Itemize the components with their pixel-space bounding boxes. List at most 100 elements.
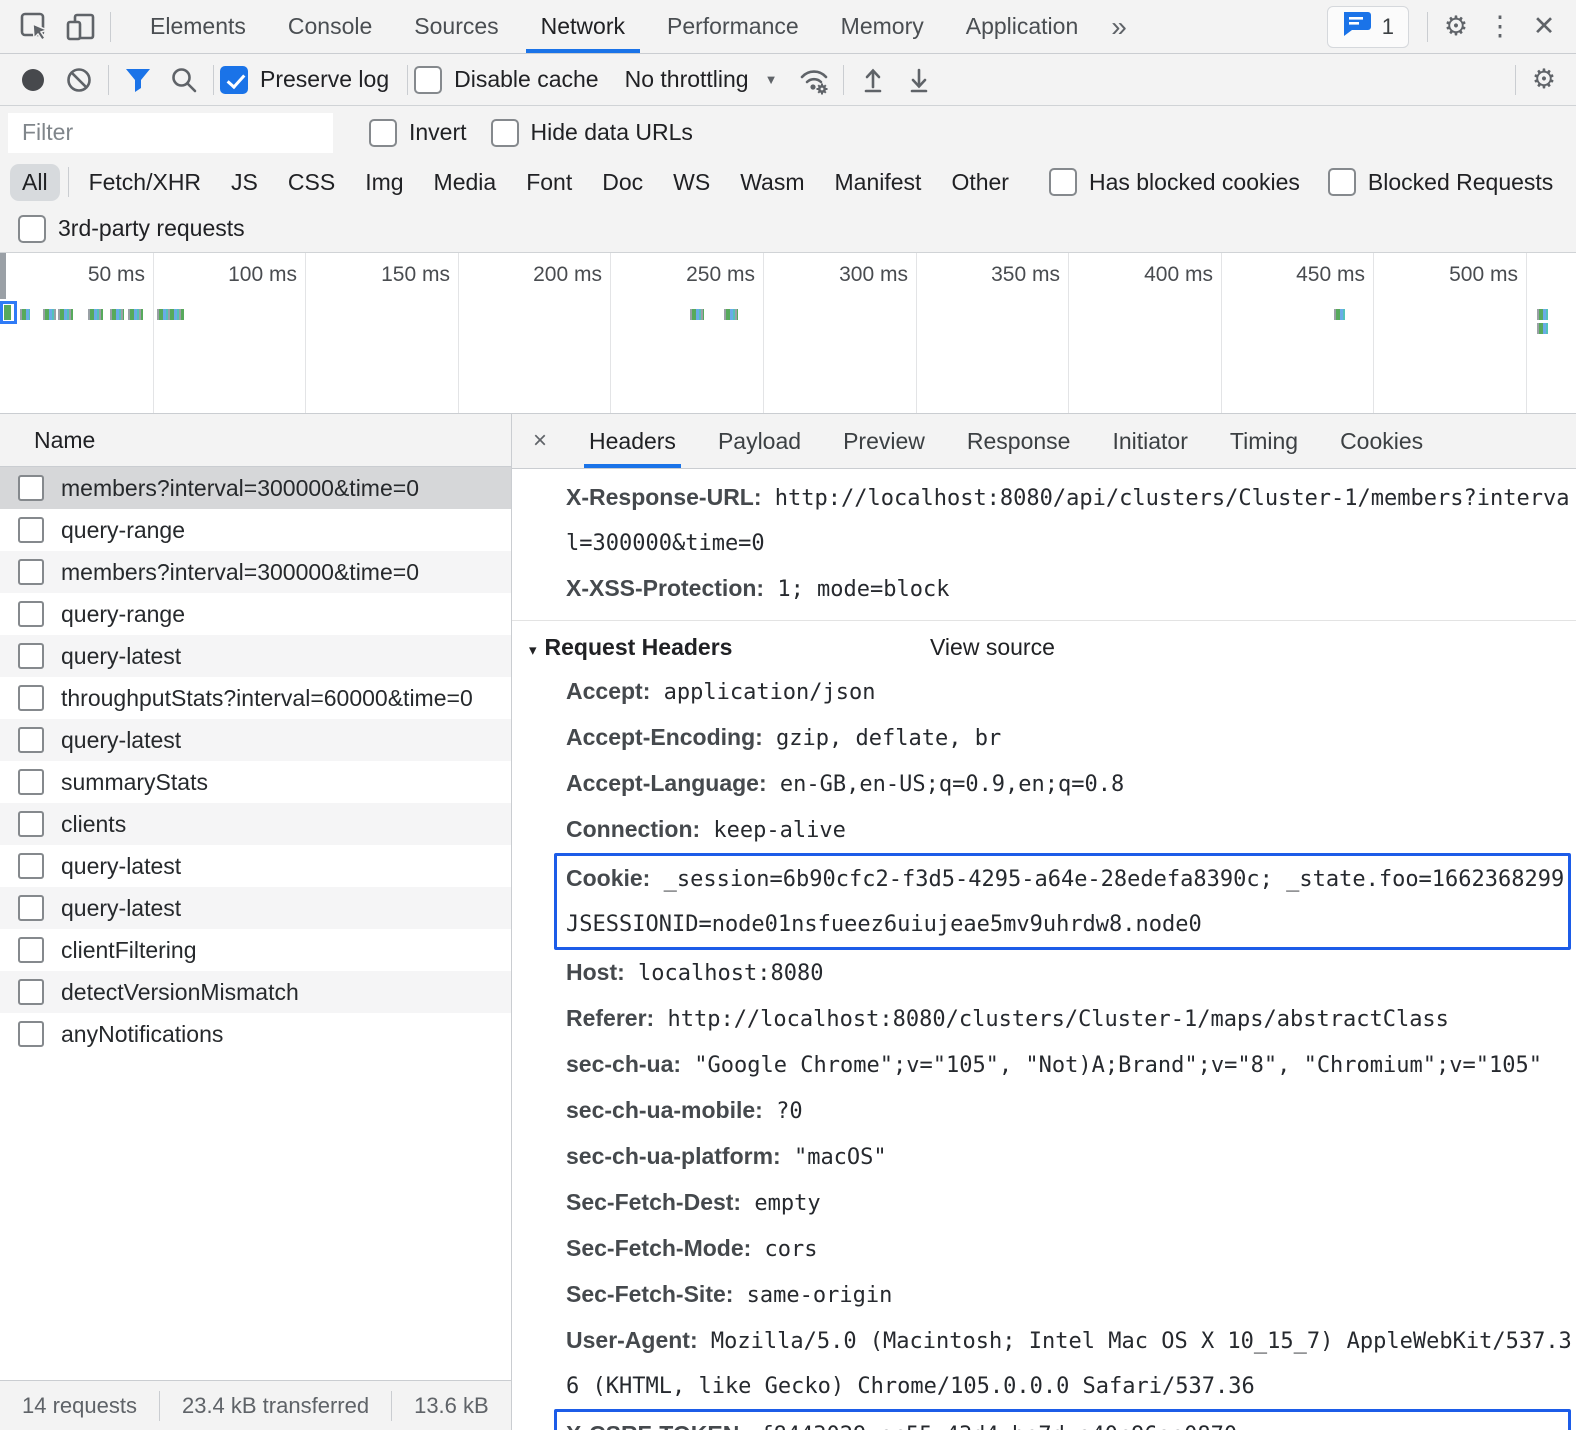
request-checkbox[interactable]: [18, 643, 44, 669]
type-filter-fetch-xhr[interactable]: Fetch/XHR: [77, 164, 213, 201]
has-blocked-cookies-label[interactable]: Has blocked cookies: [1089, 169, 1300, 196]
requests-list: members?interval=300000&time=0query-rang…: [0, 467, 511, 1380]
third-party-label[interactable]: 3rd-party requests: [58, 215, 245, 242]
request-checkbox[interactable]: [18, 685, 44, 711]
type-filter-all[interactable]: All: [10, 164, 60, 201]
filter-icon[interactable]: [115, 54, 161, 105]
preserve-log-checkbox[interactable]: [220, 66, 248, 94]
request-checkbox[interactable]: [18, 517, 44, 543]
details-close-icon[interactable]: ×: [512, 414, 568, 468]
export-har-icon[interactable]: [896, 54, 942, 105]
tab-cookies[interactable]: Cookies: [1319, 414, 1444, 468]
network-settings-icon[interactable]: ⚙: [1522, 58, 1566, 102]
table-row[interactable]: throughputStats?interval=60000&time=0: [0, 677, 511, 719]
type-filter-ws[interactable]: WS: [661, 164, 722, 201]
type-filter-js[interactable]: JS: [219, 164, 270, 201]
invert-label[interactable]: Invert: [409, 119, 467, 146]
tab-elements[interactable]: Elements: [129, 0, 267, 53]
search-icon[interactable]: [161, 54, 207, 105]
type-filter-img[interactable]: Img: [353, 164, 415, 201]
network-conditions-icon[interactable]: [791, 54, 837, 105]
table-row[interactable]: clientFiltering: [0, 929, 511, 971]
type-filter-wasm[interactable]: Wasm: [728, 164, 816, 201]
request-checkbox[interactable]: [18, 601, 44, 627]
record-icon[interactable]: [10, 54, 56, 105]
type-filter-font[interactable]: Font: [514, 164, 584, 201]
tab-initiator[interactable]: Initiator: [1091, 414, 1208, 468]
tab-console[interactable]: Console: [267, 0, 393, 53]
disclosure-triangle-icon[interactable]: ▾: [529, 642, 537, 659]
request-checkbox[interactable]: [18, 559, 44, 585]
table-row[interactable]: anyNotifications: [0, 1013, 511, 1055]
waterfall-overview[interactable]: 50 ms100 ms150 ms200 ms250 ms300 ms350 m…: [0, 252, 1576, 414]
request-checkbox[interactable]: [18, 727, 44, 753]
more-options-icon[interactable]: ⋮: [1478, 5, 1522, 49]
request-checkbox[interactable]: [18, 475, 44, 501]
request-headers-section-header[interactable]: ▾Request HeadersView source: [512, 625, 1576, 669]
type-filter-media[interactable]: Media: [422, 164, 509, 201]
divider: [110, 12, 111, 42]
details-panel: × HeadersPayloadPreviewResponseInitiator…: [512, 414, 1576, 1430]
header-line: Sec-Fetch-Site: same-origin: [566, 1272, 1576, 1318]
table-row[interactable]: members?interval=300000&time=0: [0, 551, 511, 593]
tab-headers[interactable]: Headers: [568, 414, 697, 468]
tab-application[interactable]: Application: [945, 0, 1100, 53]
tab-performance[interactable]: Performance: [646, 0, 820, 53]
request-checkbox[interactable]: [18, 853, 44, 879]
tab-memory[interactable]: Memory: [820, 0, 945, 53]
type-filter-manifest[interactable]: Manifest: [823, 164, 934, 201]
disable-cache-label[interactable]: Disable cache: [454, 66, 598, 93]
view-source-link[interactable]: View source: [930, 625, 1055, 669]
blocked-requests-label[interactable]: Blocked Requests: [1368, 169, 1553, 196]
disable-cache-checkbox[interactable]: [414, 66, 442, 94]
request-checkbox[interactable]: [18, 811, 44, 837]
invert-checkbox[interactable]: [369, 119, 397, 147]
inspect-icon[interactable]: [12, 0, 58, 53]
tab-sources[interactable]: Sources: [393, 0, 519, 53]
table-row[interactable]: query-latest: [0, 719, 511, 761]
header-value: application/json: [650, 680, 875, 705]
request-checkbox[interactable]: [18, 1021, 44, 1047]
hide-data-urls-label[interactable]: Hide data URLs: [531, 119, 693, 146]
header-line: Cookie: _session=6b90cfc2-f3d5-4295-a64e…: [566, 856, 1568, 947]
issues-button[interactable]: 1: [1327, 6, 1409, 48]
request-checkbox[interactable]: [18, 979, 44, 1005]
type-filter-other[interactable]: Other: [939, 164, 1021, 201]
table-row[interactable]: summaryStats: [0, 761, 511, 803]
table-row[interactable]: members?interval=300000&time=0: [0, 467, 511, 509]
overview-scroll-handle[interactable]: [0, 253, 6, 299]
blocked-requests-checkbox[interactable]: [1328, 168, 1356, 196]
tab-network[interactable]: Network: [520, 0, 646, 53]
dropdown-caret[interactable]: ▼: [765, 72, 778, 87]
more-tabs-chevron[interactable]: »: [1099, 0, 1139, 53]
import-har-icon[interactable]: [850, 54, 896, 105]
request-name: members?interval=300000&time=0: [61, 475, 419, 502]
table-row[interactable]: query-range: [0, 509, 511, 551]
third-party-checkbox[interactable]: [18, 215, 46, 243]
table-row[interactable]: query-latest: [0, 635, 511, 677]
preserve-log-label[interactable]: Preserve log: [260, 66, 389, 93]
type-filter-css[interactable]: CSS: [276, 164, 347, 201]
request-checkbox[interactable]: [18, 895, 44, 921]
tab-timing[interactable]: Timing: [1209, 414, 1319, 468]
has-blocked-cookies-checkbox[interactable]: [1049, 168, 1077, 196]
type-filter-doc[interactable]: Doc: [590, 164, 655, 201]
settings-icon[interactable]: ⚙: [1434, 5, 1478, 49]
request-checkbox[interactable]: [18, 937, 44, 963]
device-toolbar-icon[interactable]: [58, 0, 104, 53]
tab-response[interactable]: Response: [946, 414, 1092, 468]
table-row[interactable]: clients: [0, 803, 511, 845]
request-checkbox[interactable]: [18, 769, 44, 795]
table-row[interactable]: query-range: [0, 593, 511, 635]
table-row[interactable]: detectVersionMismatch: [0, 971, 511, 1013]
clear-icon[interactable]: [56, 54, 102, 105]
table-row[interactable]: query-latest: [0, 845, 511, 887]
close-icon[interactable]: ✕: [1522, 5, 1566, 49]
throttling-select[interactable]: No throttling: [625, 66, 749, 93]
tab-preview[interactable]: Preview: [822, 414, 946, 468]
name-column-header[interactable]: Name: [0, 414, 511, 467]
table-row[interactable]: query-latest: [0, 887, 511, 929]
filter-input[interactable]: [8, 113, 333, 153]
tab-payload[interactable]: Payload: [697, 414, 822, 468]
hide-data-urls-checkbox[interactable]: [491, 119, 519, 147]
